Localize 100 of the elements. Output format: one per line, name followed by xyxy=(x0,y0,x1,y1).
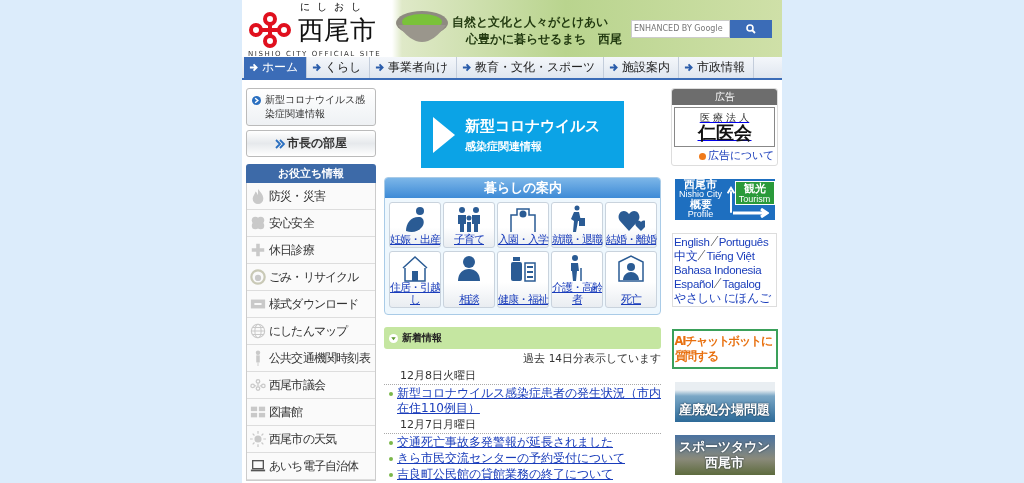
banner-text: Profile xyxy=(687,210,714,219)
sidebar-item[interactable]: 防災・災害 xyxy=(247,183,375,210)
news-date: 12月8日火曜日 xyxy=(384,367,661,385)
language-link[interactable]: やさしい にほんご xyxy=(674,292,771,304)
arrow-icon xyxy=(375,63,384,72)
network-icon xyxy=(250,377,266,393)
language-link[interactable]: 中文 xyxy=(674,250,698,262)
medicine-icon xyxy=(509,254,537,282)
plus-icon xyxy=(250,242,266,258)
news-link[interactable]: きら市民交流センターの予約受付について xyxy=(397,451,625,466)
house-icon xyxy=(401,254,429,282)
down-arrow-icon xyxy=(389,333,398,343)
language-link[interactable]: Português xyxy=(718,236,769,248)
arrow-icon xyxy=(312,63,321,72)
sponsor-name: 仁医会 xyxy=(697,122,752,143)
banner-text: 西尾市 xyxy=(684,179,717,190)
news-title: 新着情報 xyxy=(402,331,442,345)
double-chevron-icon xyxy=(275,138,285,149)
ad-title: 広告 xyxy=(672,89,777,105)
section-title: お役立ち情報 xyxy=(246,164,376,183)
person-icon xyxy=(455,254,483,282)
banner-text: AIチャットボットに xyxy=(674,334,773,349)
sidebar-item[interactable]: 西尾市の天気 xyxy=(247,426,375,453)
banner-title: 新型コロナウイルス xyxy=(465,115,600,136)
sponsor-type: 医 療 法 人 xyxy=(699,111,750,123)
globe-icon xyxy=(250,323,266,339)
bullet-icon xyxy=(389,473,393,477)
photo-banner[interactable]: スポーツタウン 西尾市 xyxy=(674,435,775,475)
sidebar-item[interactable]: 図書館 xyxy=(247,399,375,426)
arrow-icon xyxy=(249,63,258,72)
banner-text: Tourism xyxy=(738,194,771,204)
family-icon xyxy=(455,205,483,233)
arrow-icon xyxy=(609,63,618,72)
city-emblem-icon xyxy=(248,12,292,48)
banner-text: 質問する xyxy=(674,349,719,364)
ring-icon xyxy=(250,269,266,285)
sidebar-item[interactable]: 様式ダウンロード xyxy=(247,291,375,318)
covid-info-link[interactable]: 新型コロナウイルス感染症関連情報 xyxy=(246,88,376,126)
banner-text: Nishio City xyxy=(679,190,722,199)
sidebar-item[interactable]: 休日診療 xyxy=(247,237,375,264)
bullet-icon xyxy=(252,96,261,105)
language-link[interactable]: Bahasa Indonesia xyxy=(674,264,762,276)
news-link[interactable]: 吉良町公民館の貸館業務の終了について xyxy=(397,467,613,482)
bullet-icon xyxy=(389,441,393,445)
sidebar-item[interactable]: あいち電子自治体 xyxy=(247,453,375,480)
photo-banner[interactable]: 産廃処分場問題 xyxy=(674,382,775,422)
slash-icon xyxy=(713,278,723,288)
guide-tile[interactable]: 死亡 xyxy=(605,251,657,308)
nav-tab[interactable]: 教育・文化・スポーツ xyxy=(457,57,604,78)
grid-icon xyxy=(250,404,266,420)
guide-tile[interactable]: 妊娠・出産 xyxy=(389,202,441,248)
sidebar-item[interactable]: にしたんマップ xyxy=(247,318,375,345)
sun-icon xyxy=(250,431,266,447)
sidebar-item[interactable]: 公共交通機関時刻表 xyxy=(247,345,375,372)
guide-tile[interactable]: 健康・福祉 xyxy=(497,251,549,308)
sponsor-ad[interactable]: 医 療 法 人 仁医会 xyxy=(674,107,775,147)
news-link[interactable]: 交通死亡事故多発警報が延長されました xyxy=(397,435,613,450)
school-icon xyxy=(509,205,537,233)
language-link[interactable]: Español xyxy=(674,278,714,290)
bullet-icon xyxy=(389,392,393,396)
bullet-icon xyxy=(699,152,706,160)
nav-tab[interactable]: ホーム xyxy=(244,57,307,78)
guide-tile[interactable]: 入園・入学 xyxy=(497,202,549,248)
play-triangle-icon xyxy=(433,116,455,153)
sidebar-item[interactable]: 安心安全 xyxy=(247,210,375,237)
ad-info-link[interactable]: 広告について xyxy=(708,149,774,163)
profile-tourism-banner[interactable]: 西尾市 Nishio City 概要 Profile 観光 Tourism xyxy=(674,179,775,220)
banner-subtitle: 感染症関連情報 xyxy=(465,139,543,154)
language-link[interactable]: Tiếng Việt xyxy=(706,250,755,262)
panel-title: 暮らしの案内 xyxy=(385,178,660,198)
nav-tab[interactable]: 市政情報 xyxy=(679,57,754,78)
guide-tile[interactable]: 結婚・離婚 xyxy=(605,202,657,248)
banner-text: 産廃処分場問題 xyxy=(679,402,770,418)
language-link[interactable]: Tagalog xyxy=(722,278,761,290)
right-arrow-icon xyxy=(732,208,769,218)
language-link[interactable]: English xyxy=(674,236,710,248)
slogan: 自然と文化と人々がとけあい 心豊かに暮らせるまち 西尾 xyxy=(452,13,623,48)
search-button[interactable] xyxy=(730,19,772,38)
logo-text: 西尾市 xyxy=(298,16,376,44)
banner-text: 概要 xyxy=(689,199,712,210)
guide-tile[interactable]: 子育て xyxy=(443,202,495,248)
guide-tile[interactable]: 相談 xyxy=(443,251,495,308)
news-link[interactable]: 新型コロナウイルス感染症患者の発生状況（市内在住110例目） xyxy=(397,386,661,416)
guide-tile[interactable]: 就職・退職 xyxy=(551,202,603,248)
news-note: 過去 14日分表示しています xyxy=(522,352,661,366)
logo-reading: にしおし xyxy=(300,2,369,12)
portrait-icon xyxy=(617,254,645,282)
laptop-icon xyxy=(250,458,266,474)
nav-tab[interactable]: 事業者向け xyxy=(370,57,457,78)
mayor-room-button[interactable]: 市長の部屋 xyxy=(246,130,376,157)
bullet-icon xyxy=(389,457,393,461)
search-field[interactable]: ENHANCED BY Google xyxy=(631,19,730,38)
nav-tab[interactable]: 施設案内 xyxy=(604,57,679,78)
flame-icon xyxy=(250,188,266,204)
banner-text: 西尾市 xyxy=(705,455,744,471)
arrow-icon xyxy=(684,63,693,72)
sidebar-item[interactable]: ごみ・リサイクル xyxy=(247,264,375,291)
banner-text: 観光 xyxy=(743,182,766,194)
nav-tab[interactable]: くらし xyxy=(307,57,370,78)
sidebar-item[interactable]: 西尾市議会 xyxy=(247,372,375,399)
